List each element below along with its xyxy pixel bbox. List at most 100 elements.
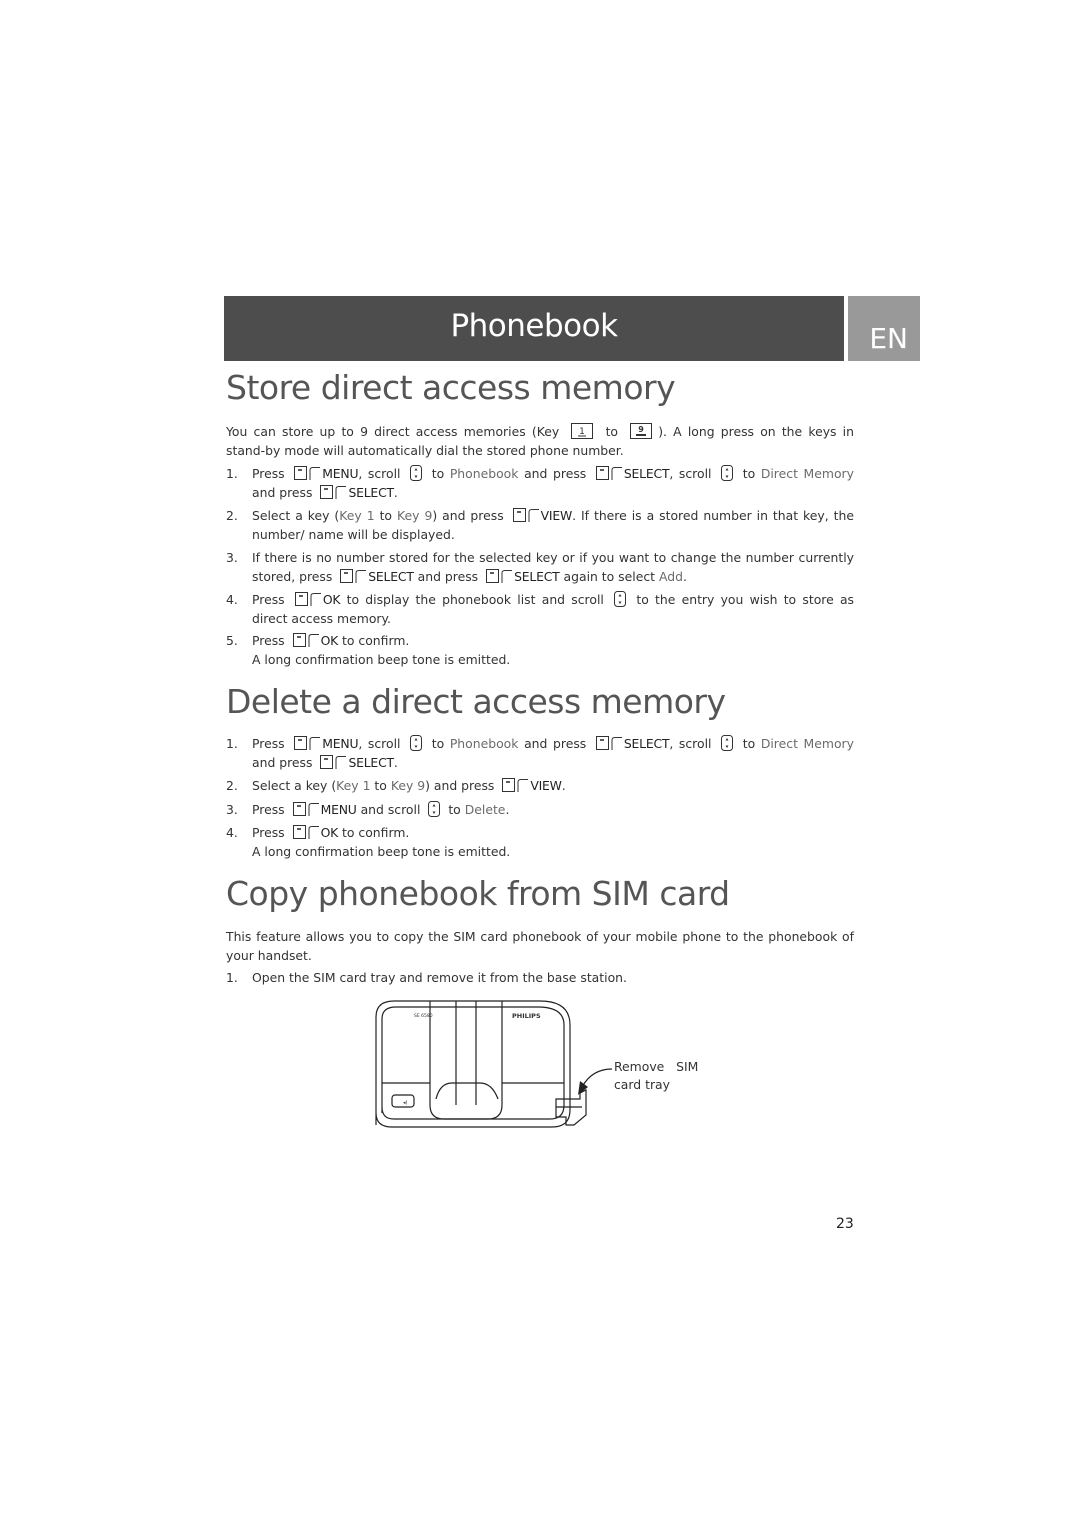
section-heading-delete: Delete a direct access memory bbox=[226, 682, 726, 721]
handset-cradle bbox=[429, 1001, 503, 1120]
step-text: . bbox=[393, 484, 398, 500]
menu-option: Key 1 bbox=[339, 508, 375, 523]
step-text: Select a key ( bbox=[252, 508, 340, 523]
list-item: 3. Press MENU and scroll to Delete. bbox=[226, 801, 854, 820]
softkey-icon bbox=[293, 825, 319, 839]
key-label: SELECT bbox=[348, 754, 394, 770]
key-label: MENU bbox=[322, 736, 359, 751]
key-label: OK bbox=[320, 825, 339, 840]
list-item: 2. Select a key (Key 1 to Key 9) and pre… bbox=[226, 777, 854, 796]
softkey-icon bbox=[513, 508, 539, 522]
key-label: SELECT bbox=[348, 484, 394, 500]
list-item: 1. Press MENU, scroll to Phonebook and p… bbox=[226, 465, 854, 502]
pointer-arrow bbox=[581, 1068, 613, 1088]
step-text: ) and press bbox=[425, 778, 495, 793]
list-item: 4. Press OK to display the phonebook lis… bbox=[226, 591, 854, 628]
step-text: to confirm. bbox=[342, 633, 410, 648]
softkey-icon bbox=[294, 466, 320, 480]
step-text: to bbox=[742, 736, 756, 751]
step-number: 1. bbox=[226, 736, 238, 751]
step-number: 3. bbox=[226, 802, 238, 817]
step-text: and press bbox=[524, 466, 587, 481]
step-number: 3. bbox=[226, 550, 238, 565]
key-label: VIEW bbox=[530, 778, 562, 793]
intro-to: to bbox=[605, 424, 619, 439]
scroll-key-icon bbox=[614, 591, 626, 607]
step-number: 4. bbox=[226, 825, 238, 840]
base-outer-shell bbox=[375, 1000, 571, 1128]
step-text: Press bbox=[252, 592, 285, 607]
key-label: SELECT bbox=[514, 568, 560, 584]
key-label: OK bbox=[322, 592, 341, 607]
step-text: to bbox=[431, 466, 445, 481]
key-1-icon: 1 bbox=[571, 423, 594, 439]
brand-logo: PHILIPS bbox=[512, 1012, 541, 1020]
step-text: and press bbox=[252, 484, 313, 500]
language-tab: EN bbox=[848, 296, 920, 361]
chapter-banner: Phonebook bbox=[224, 296, 844, 361]
softkey-icon bbox=[320, 755, 346, 769]
section-heading-store: Store direct access memory bbox=[226, 368, 676, 407]
step-number: 2. bbox=[226, 778, 238, 793]
step-text: to bbox=[374, 778, 387, 793]
step-text: , scroll bbox=[669, 466, 712, 481]
list-item: 2. Select a key (Key 1 to Key 9) and pre… bbox=[226, 507, 854, 544]
page-number: 23 bbox=[836, 1216, 854, 1232]
key-9-icon: 9 bbox=[630, 423, 653, 439]
menu-option: Phonebook bbox=[449, 736, 519, 751]
key-label: SELECT bbox=[623, 466, 670, 481]
step-text: . bbox=[505, 802, 510, 817]
step-text: , scroll bbox=[669, 736, 712, 751]
softkey-icon bbox=[293, 633, 319, 647]
step-text: Press bbox=[252, 802, 285, 817]
step-text: Select a key ( bbox=[252, 778, 337, 793]
scroll-key-icon bbox=[721, 735, 733, 751]
step-text: to bbox=[448, 802, 461, 817]
softkey-icon bbox=[596, 736, 622, 750]
scroll-key-icon bbox=[410, 465, 422, 481]
scroll-key-icon bbox=[428, 801, 440, 817]
menu-option: Key 9 bbox=[397, 508, 433, 523]
step-text: to bbox=[742, 466, 756, 481]
list-item: 4. Press OK to confirm. A long confirmat… bbox=[226, 824, 854, 861]
menu-option: Phonebook bbox=[449, 466, 519, 481]
step-text: . bbox=[393, 754, 398, 770]
step-text: , scroll bbox=[358, 466, 401, 481]
step-text: and press bbox=[417, 568, 479, 584]
menu-option: Direct Memory bbox=[760, 466, 854, 481]
softkey-icon bbox=[596, 466, 622, 480]
softkey-icon bbox=[320, 485, 346, 499]
softkey-icon bbox=[340, 569, 366, 583]
svg-text:9: 9 bbox=[638, 425, 644, 434]
key-label: MENU bbox=[320, 802, 357, 817]
step-number: 5. bbox=[226, 633, 238, 648]
step-note: A long confirmation beep tone is emitted… bbox=[252, 651, 511, 667]
softkey-icon bbox=[486, 569, 512, 583]
key-label: MENU bbox=[322, 466, 359, 481]
step-text: ) and press bbox=[432, 508, 504, 523]
softkey-icon bbox=[502, 778, 528, 792]
step-text: Press bbox=[252, 466, 285, 481]
step-text: to bbox=[379, 508, 393, 523]
menu-option: Add bbox=[658, 568, 683, 584]
step-text: and scroll bbox=[360, 802, 421, 817]
step-text: , scroll bbox=[358, 736, 401, 751]
key-label: VIEW bbox=[540, 508, 573, 523]
menu-option: Direct Memory bbox=[760, 736, 854, 751]
step-number: 1. bbox=[226, 970, 238, 985]
list-item: 1. Press MENU, scroll to Phonebook and p… bbox=[226, 735, 854, 772]
step-number: 4. bbox=[226, 592, 238, 607]
step-text: to display the phonebook list and scroll bbox=[346, 592, 604, 607]
step-text: and press bbox=[252, 754, 313, 770]
step-text: to bbox=[431, 736, 445, 751]
step-note: A long confirmation beep tone is emitted… bbox=[252, 843, 511, 859]
step-text: Open the SIM card tray and remove it fro… bbox=[252, 970, 627, 985]
list-item: 1. Open the SIM card tray and remove it … bbox=[226, 969, 854, 988]
model-label: SE 6580 bbox=[414, 1013, 433, 1019]
step-text: Press bbox=[252, 633, 285, 648]
section-heading-copy-sim: Copy phonebook from SIM card bbox=[226, 874, 730, 913]
list-item: 3. If there is no number stored for the … bbox=[226, 549, 854, 586]
speaker-icon: ◂) bbox=[403, 1100, 408, 1106]
step-number: 2. bbox=[226, 508, 238, 523]
menu-option: Delete bbox=[464, 802, 506, 817]
